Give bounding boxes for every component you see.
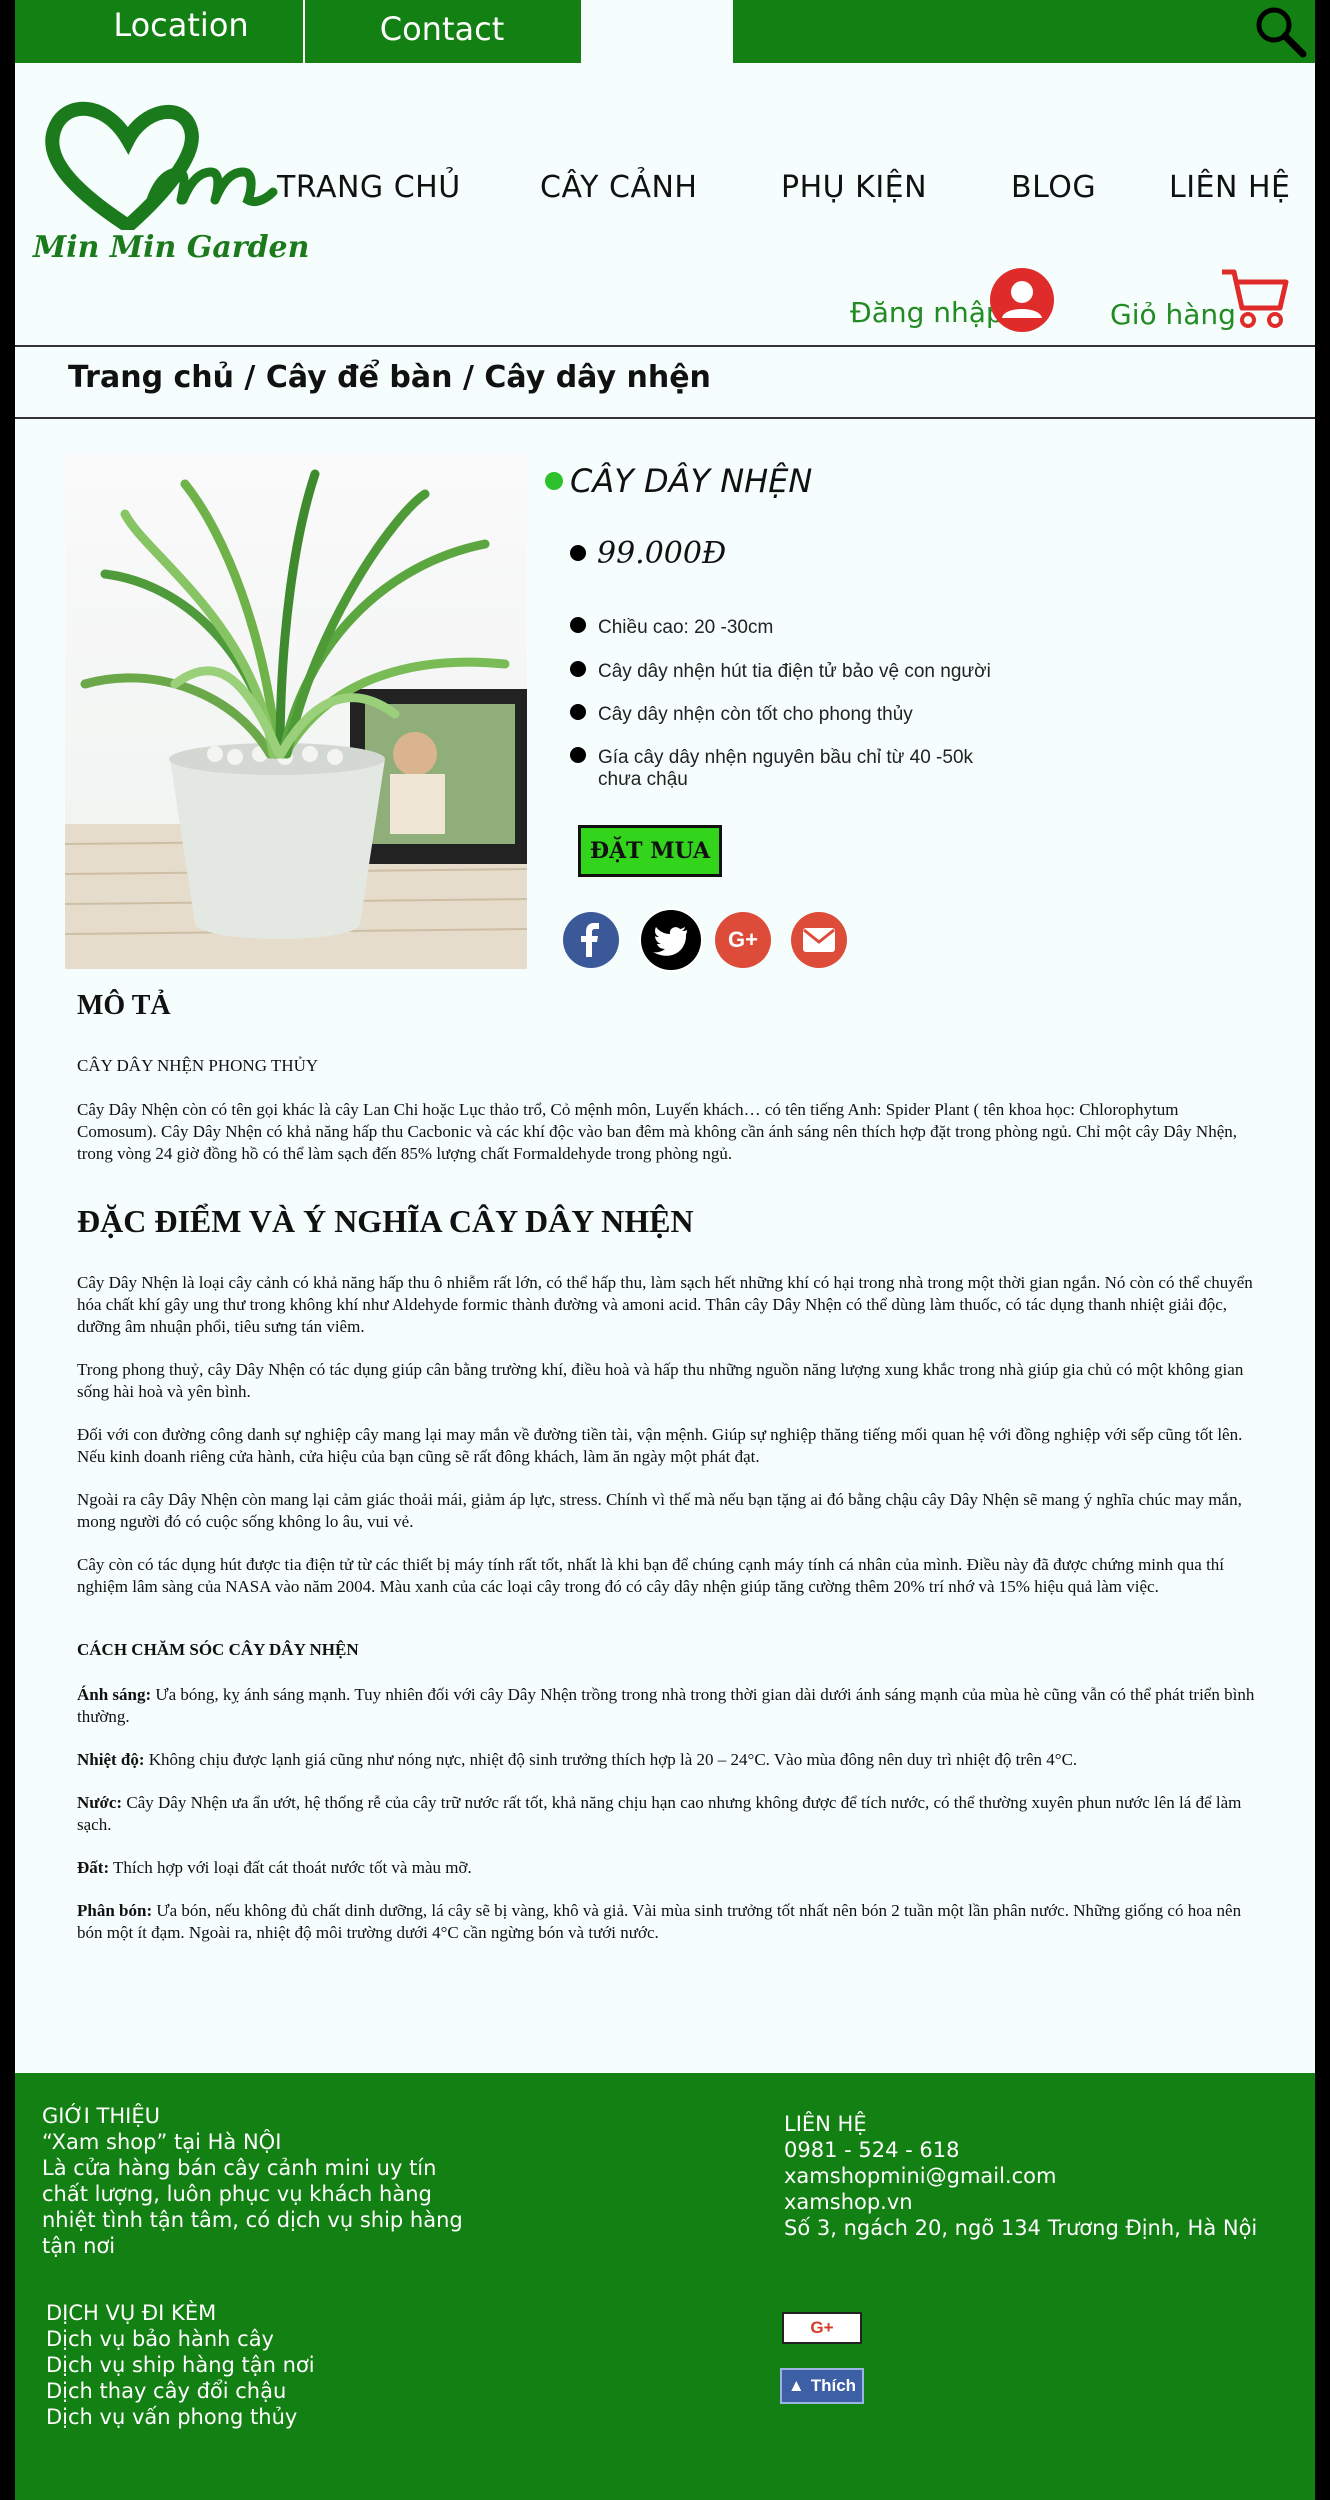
care-item-text: Cây Dây Nhện ưa ẩn ướt, hệ thống rễ của … [77, 1793, 1242, 1834]
description-paragraph: Cây còn có tác dụng hút được tia điện tử… [77, 1555, 1225, 1596]
login-link[interactable]: Đăng nhập [850, 296, 1004, 329]
product-status-dot [545, 472, 563, 490]
facebook-icon[interactable] [563, 912, 619, 968]
care-item: Phân bón: Ưa bón, nếu không đủ chất dinh… [77, 1900, 1257, 1944]
product-image [65, 454, 527, 969]
footer-about-line: chất lượng, luôn phục vụ khách hàng [42, 2182, 432, 2206]
description-paragraph: Đối với con đường công danh sự nghiệp câ… [77, 1425, 1243, 1466]
description-paragraph: Ngoài ra cây Dây Nhện còn mang lại cảm g… [77, 1490, 1242, 1531]
footer-about-line: tận nơi [42, 2234, 116, 2258]
logo-text: Min Min Garden [33, 230, 310, 265]
top-bar: Location Contact [15, 0, 1315, 63]
footer-website[interactable]: xamshop.vn [784, 2189, 913, 2215]
facebook-like-button[interactable]: ▲ Thích [780, 2368, 864, 2404]
search-icon[interactable] [1253, 4, 1307, 58]
care-item: Đất: Thích hợp với loại đất cát thoát nư… [77, 1857, 1257, 1879]
description-heading: MÔ TẢ [77, 990, 171, 1021]
care-item-text: Ưa bóng, kỵ ánh sáng mạnh. Tuy nhiên đối… [77, 1685, 1255, 1726]
care-item: Ánh sáng: Ưa bóng, kỵ ánh sáng mạnh. Tuy… [77, 1684, 1257, 1728]
nav-item-blog[interactable]: BLOG [1011, 170, 1096, 205]
footer-services-heading: DỊCH VỤ ĐI KÈM [46, 2301, 217, 2325]
footer-service-link[interactable]: Dịch vụ ship hàng tận nơi [46, 2352, 315, 2378]
description-subtitle: CÂY DÂY NHỆN PHONG THỦY [77, 1056, 319, 1075]
care-item-label: Nhiệt độ: [77, 1750, 145, 1769]
care-item-label: Đất: [77, 1858, 110, 1877]
footer-phone[interactable]: 0981 - 524 - 618 [784, 2137, 959, 2163]
logo-heart-mark [45, 101, 278, 235]
product-feature: Gía cây dây nhện nguyên bầu chỉ từ 40 -5… [598, 747, 974, 790]
description-paragraph: Cây Dây Nhện là loại cây cảnh có khả năn… [77, 1273, 1253, 1336]
description-paragraph: Trong phong thuỷ, cây Dây Nhện có tác dụ… [77, 1360, 1244, 1401]
user-icon[interactable] [990, 268, 1054, 332]
page: Location Contact Min Min Garden TRANG CH… [15, 0, 1315, 2500]
footer-email[interactable]: xamshopmini@gmail.com [784, 2163, 1056, 2189]
care-heading: CÁCH CHĂM SÓC CÂY DÂY NHỆN [77, 1640, 359, 1659]
bullet [570, 747, 586, 763]
cart-icon[interactable] [1220, 268, 1290, 330]
care-item: Nước: Cây Dây Nhện ưa ẩn ướt, hệ thống r… [77, 1792, 1257, 1836]
care-item-text: Ưa bón, nếu không đủ chất dinh dưỡng, lá… [77, 1901, 1242, 1942]
nav-item-contact[interactable]: LIÊN HỆ [1169, 170, 1291, 205]
bullet [570, 617, 586, 633]
care-item-text: Thích hợp với loại đất cát thoát nước tố… [109, 1858, 472, 1877]
google-plus-icon[interactable]: G+ [715, 912, 771, 968]
site-footer: GIỚI THIỆU “Xam shop” tại Hà NỘI Là cửa … [15, 2073, 1315, 2500]
thumbs-up-icon: ▲ [787, 2376, 805, 2395]
footer-contact-heading: LIÊN HỆ [784, 2112, 867, 2136]
care-item-text: Không chịu được lạnh giá cũng như nóng n… [144, 1750, 1078, 1769]
footer-about-heading: GIỚI THIỆU [42, 2104, 160, 2128]
care-item-label: Ánh sáng: [77, 1685, 152, 1704]
footer-service-link[interactable]: Dịch vụ bảo hành cây [46, 2326, 274, 2352]
nav-item-plants[interactable]: CÂY CẢNH [540, 170, 697, 205]
care-item-label: Phân bón: [77, 1901, 153, 1920]
care-item: Nhiệt độ: Không chịu được lạnh giá cũng … [77, 1749, 1257, 1771]
breadcrumb: Trang chủ / Cây để bàn / Cây dây nhện [68, 360, 711, 395]
footer-service-link[interactable]: Dịch vụ vấn phong thủy [46, 2404, 297, 2430]
contact-tab[interactable]: Contact [307, 0, 577, 63]
like-label: Thích [810, 2376, 857, 2395]
footer-about-line: Là cửa hàng bán cây cảnh mini uy tín [42, 2156, 437, 2180]
section-heading: ĐẶC ĐIỂM VÀ Ý NGHĨA CÂY DÂY NHỆN [77, 1203, 694, 1239]
twitter-icon[interactable] [639, 908, 703, 972]
top-bar-gap [581, 0, 733, 63]
top-bar-divider [303, 0, 305, 63]
breadcrumb-bottom-rule [15, 417, 1315, 419]
google-plus-button[interactable]: G+ [782, 2312, 862, 2344]
product-name: CÂY DÂY NHỆN [570, 462, 813, 500]
description-intro: Cây Dây Nhện còn có tên gọi khác là cây … [77, 1100, 1237, 1163]
footer-address: Số 3, ngách 20, ngõ 134 Trương Định, Hà … [784, 2216, 1258, 2240]
email-icon[interactable] [791, 912, 847, 968]
nav-item-accessories[interactable]: PHỤ KIỆN [781, 170, 927, 205]
nav-item-home[interactable]: TRANG CHỦ [277, 170, 461, 205]
bullet [570, 704, 586, 720]
cart-link[interactable]: Giỏ hàng [1110, 298, 1236, 331]
product-feature: Cây dây nhện hút tia điện tử bảo vệ con … [598, 661, 991, 682]
breadcrumb-top-rule [15, 345, 1315, 347]
bullet [570, 661, 586, 677]
product-price: 99.000Đ [597, 536, 727, 571]
site-logo[interactable]: Min Min Garden [33, 100, 309, 280]
product-feature: Cây dây nhện còn tốt cho phong thủy [598, 704, 913, 725]
product-feature: Chiều cao: 20 -30cm [598, 617, 774, 638]
bullet [570, 545, 586, 561]
location-tab[interactable]: Location [63, 0, 299, 63]
care-item-label: Nước: [77, 1793, 123, 1812]
buy-button[interactable]: ĐẶT MUA [578, 825, 722, 877]
footer-service-link[interactable]: Dịch thay cây đổi chậu [46, 2378, 286, 2404]
footer-about-line: “Xam shop” tại Hà NỘI [42, 2130, 282, 2154]
footer-about-line: nhiệt tình tận tâm, có dịch vụ ship hàng [42, 2208, 463, 2232]
